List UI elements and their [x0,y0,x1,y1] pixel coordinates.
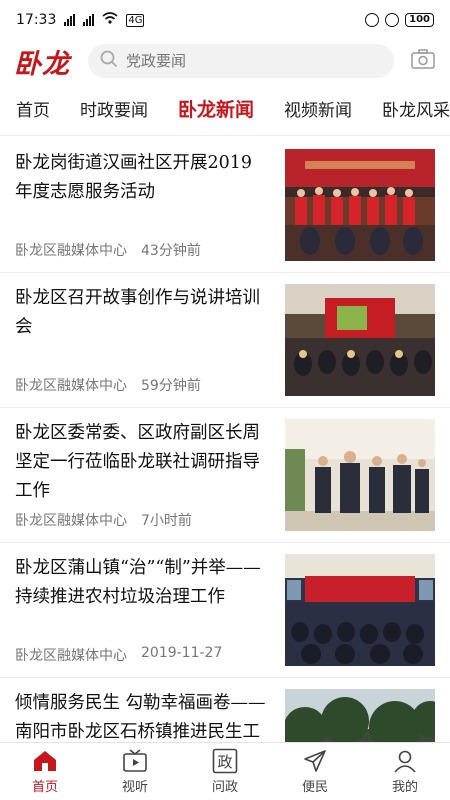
news-item[interactable]: 卧龙区蒲山镇“治”“制”并举—— 持续推进农村垃圾治理工作 卧龙区融媒体中心 2… [0,543,450,678]
news-time: 43分钟前 [141,243,201,259]
tab-wolong-news[interactable]: 卧龙新闻 [178,95,254,122]
search-icon [100,50,118,72]
news-item[interactable]: 卧龙区委常委、区政府副区长周坚定一行莅临卧龙联社调研指导工作 卧龙区融媒体中心 … [0,408,450,543]
send-icon [303,749,327,773]
app-header: 卧龙 [0,40,450,82]
news-thumbnail [285,149,435,261]
nav-profile[interactable]: 我的 [375,749,435,795]
news-thumbnail [285,554,435,666]
news-source: 卧龙区融媒体中心 [15,648,127,664]
news-title: 倾情服务民生 勾勒幸福画卷——南阳市卧龙区石桥镇推进民生工 [15,693,266,742]
bottom-nav: 首页 视听 政 问政 便民 我的 [0,742,450,800]
search-input[interactable] [126,52,382,70]
tab-video-news[interactable]: 视频新闻 [284,96,352,121]
nav-home-label: 首页 [31,779,58,795]
status-time: 17:33 [16,12,57,28]
user-icon [393,749,417,773]
category-tabs: 首页 时政要闻 卧龙新闻 视频新闻 卧龙风采 [0,82,450,136]
tab-home[interactable]: 首页 [16,96,50,121]
news-list: 卧龙岗街道汉画社区开展2019年度志愿服务活动 卧龙区融媒体中心 43分钟前 卧… [0,138,450,742]
app-logo: 卧龙 [14,48,70,80]
news-title: 卧龙岗街道汉画社区开展2019年度志愿服务活动 [15,153,253,202]
news-thumbnail [285,419,435,531]
news-thumbnail [285,284,435,396]
news-source: 卧龙区融媒体中心 [15,243,127,259]
news-title: 卧龙区委常委、区政府副区长周坚定一行莅临卧龙联社调研指导工作 [15,423,260,501]
nav-inquiry[interactable]: 政 问政 [195,748,255,795]
nav-media-label: 视听 [121,779,148,795]
news-title: 卧龙区召开故事创作与说讲培训会 [15,288,260,337]
tv-icon [122,748,148,773]
wifi-icon [102,12,118,28]
home-icon [32,749,58,773]
signal-icon-2 [83,14,95,26]
zheng-icon: 政 [212,748,238,773]
news-item[interactable]: 卧龙区召开故事创作与说讲培训会 卧龙区融媒体中心 59分钟前 [0,273,450,408]
news-thumbnail [285,689,435,742]
camera-button[interactable] [406,44,440,78]
news-item[interactable]: 卧龙岗街道汉画社区开展2019年度志愿服务活动 卧龙区融媒体中心 43分钟前 [0,138,450,273]
search-bar[interactable] [88,44,394,78]
nav-inquiry-label: 问政 [211,779,238,795]
bell-off-icon [365,13,380,27]
news-source: 卧龙区融媒体中心 [15,378,127,394]
status-bar: 17:33 4G 100 [0,0,450,40]
svg-text:政: 政 [217,753,232,771]
tab-wolong-style[interactable]: 卧龙风采 [382,96,450,121]
network-badge: 4G [126,13,145,27]
news-time: 7小时前 [141,513,192,529]
news-time: 59分钟前 [141,378,201,394]
news-item[interactable]: 倾情服务民生 勾勒幸福画卷——南阳市卧龙区石桥镇推进民生工 [0,678,450,742]
news-time: 2019-11-27 [141,645,223,661]
nav-home[interactable]: 首页 [15,749,75,795]
camera-icon [411,49,435,73]
signal-icon [64,14,76,26]
nav-services-label: 便民 [301,779,328,795]
nav-profile-label: 我的 [391,779,418,795]
alarm-icon [385,13,400,27]
nav-media[interactable]: 视听 [105,748,165,795]
battery-icon: 100 [405,13,434,27]
tab-politics[interactable]: 时政要闻 [80,96,148,121]
news-source: 卧龙区融媒体中心 [15,513,127,529]
nav-services[interactable]: 便民 [285,749,345,795]
news-title: 卧龙区蒲山镇“治”“制”并举—— 持续推进农村垃圾治理工作 [15,558,261,607]
